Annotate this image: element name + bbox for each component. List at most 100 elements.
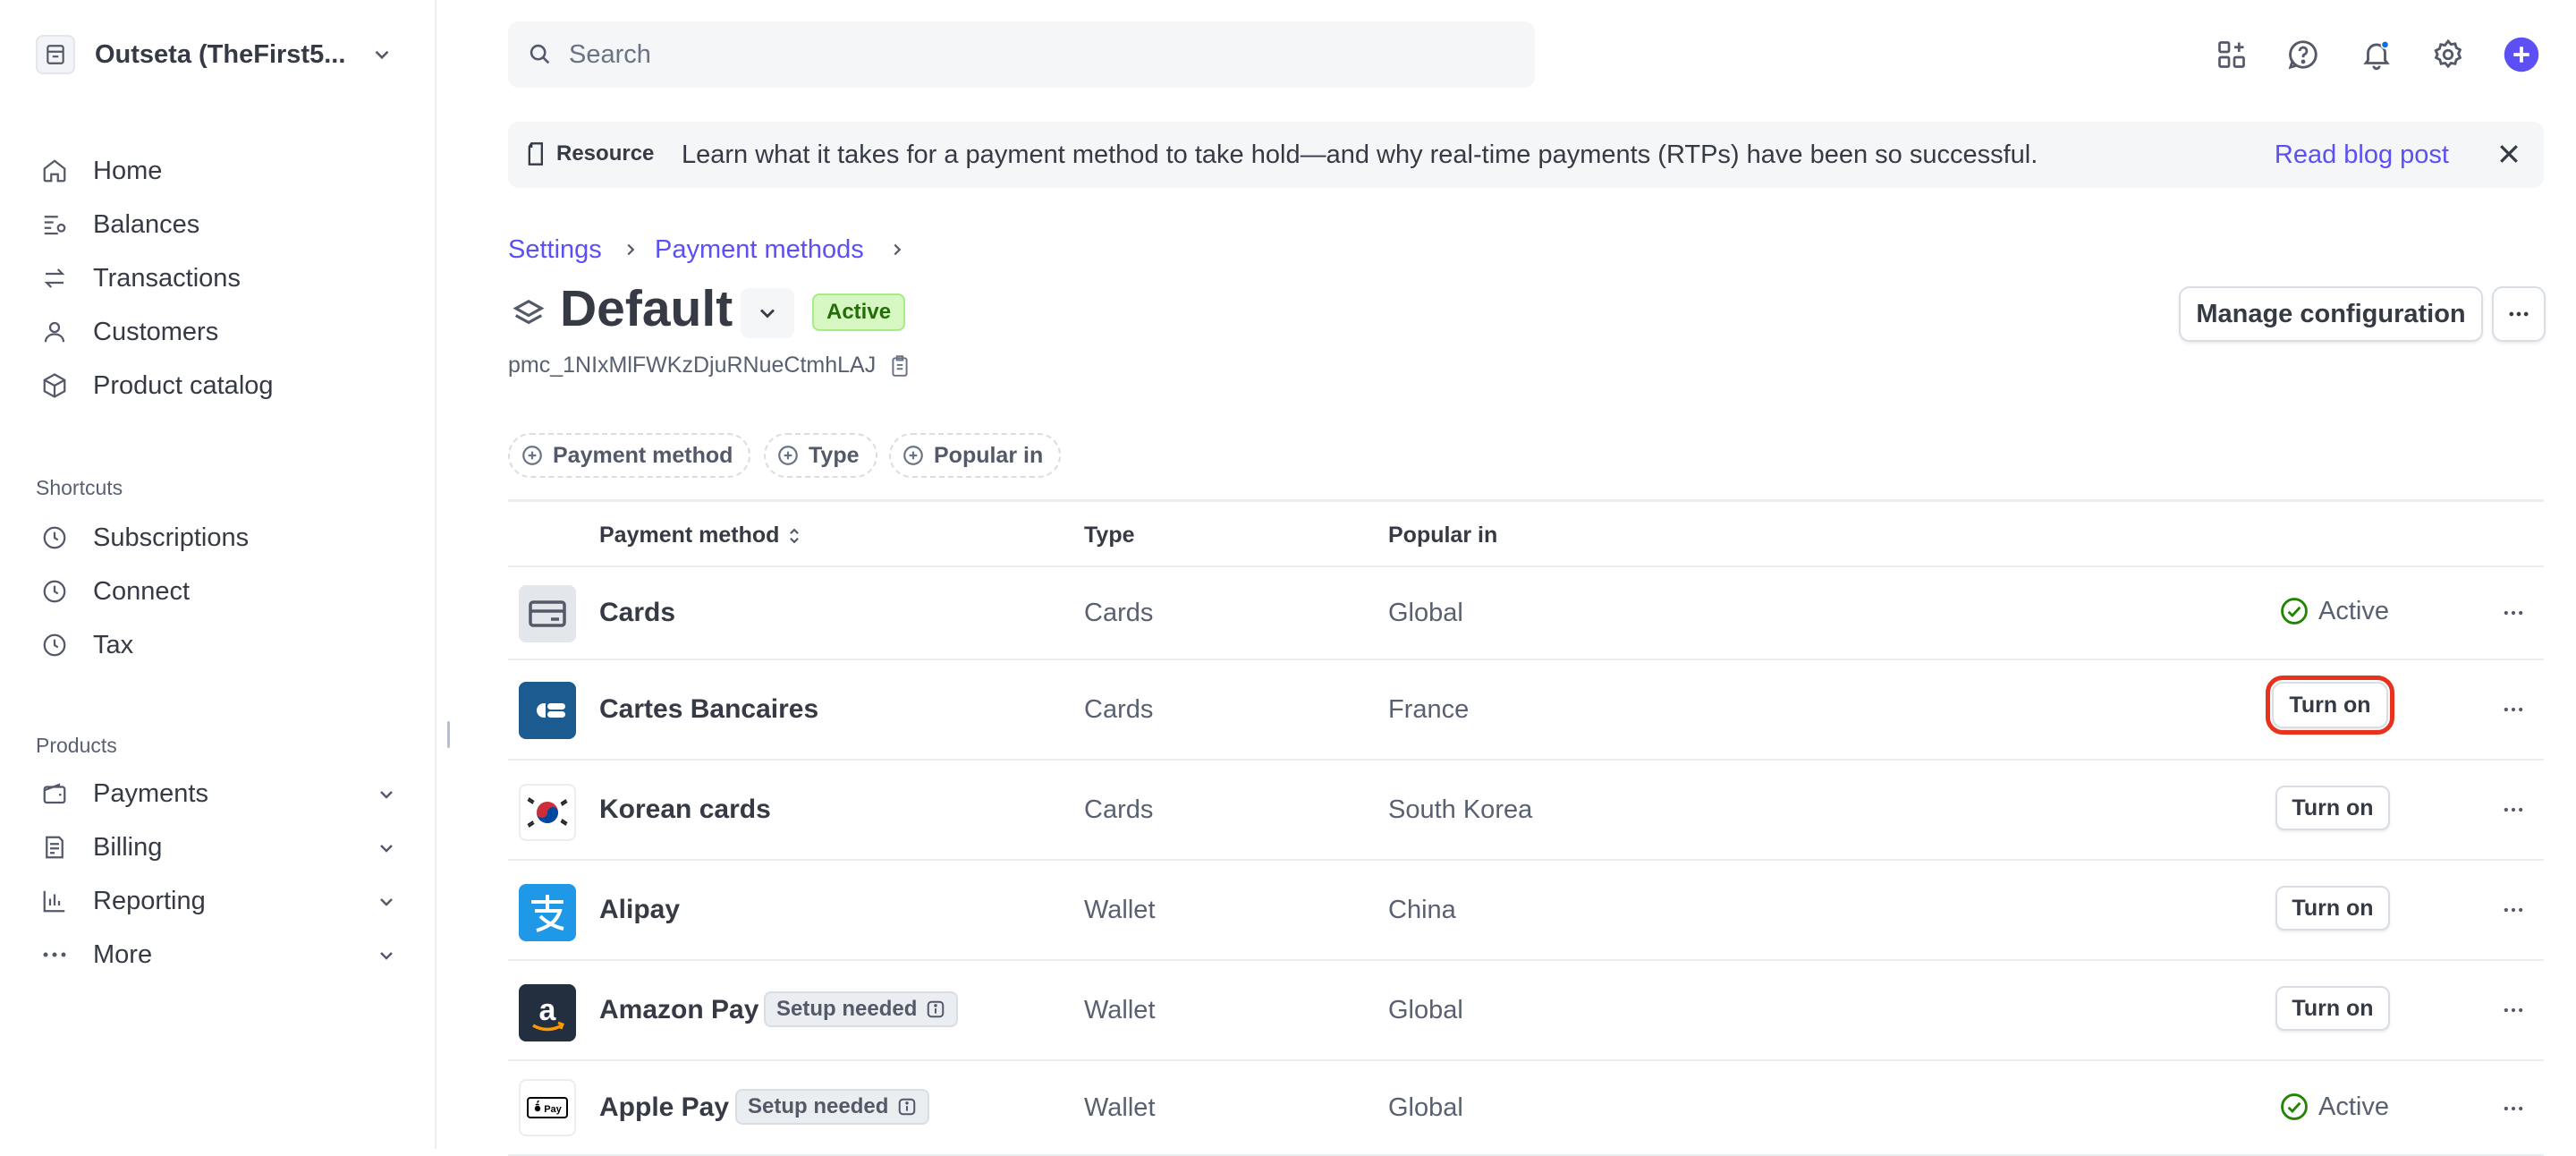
configuration-dropdown-button[interactable] xyxy=(741,288,794,338)
sidebar: Outseta (TheFirst5... Home Balances Tran… xyxy=(0,0,436,1149)
settings-icon[interactable] xyxy=(2429,36,2467,73)
payment-method-popular-in: Global xyxy=(1388,1093,1463,1122)
resource-banner: Resource Learn what it takes for a payme… xyxy=(508,122,2544,188)
sidebar-resize-handle[interactable] xyxy=(447,721,450,748)
chevron-down-icon xyxy=(760,309,775,319)
sidebar-item-payments[interactable]: Payments xyxy=(39,771,397,816)
filter-payment-method[interactable]: Payment method xyxy=(508,433,751,478)
breadcrumb-settings[interactable]: Settings xyxy=(508,235,602,265)
payment-method-name: Korean cards xyxy=(599,795,771,824)
balances-icon xyxy=(39,209,70,240)
more-dots-icon xyxy=(2504,907,2523,913)
apps-icon[interactable] xyxy=(2213,36,2250,73)
sidebar-item-tax[interactable]: Tax xyxy=(39,623,397,667)
payment-method-popular-in: China xyxy=(1388,896,1456,924)
row-more-button[interactable] xyxy=(2496,1095,2531,1122)
sidebar-item-label: Subscriptions xyxy=(93,523,250,552)
more-options-button[interactable] xyxy=(2492,286,2546,342)
column-header-popular-in: Popular in xyxy=(1388,523,1498,548)
banner-message: Learn what it takes for a payment method… xyxy=(682,140,2038,169)
amazon-pay-logo: a xyxy=(519,984,576,1041)
turn-on-button[interactable]: Turn on xyxy=(2275,786,2390,830)
row-more-button[interactable] xyxy=(2496,897,2531,923)
manage-configuration-button[interactable]: Manage configuration xyxy=(2179,286,2483,342)
sidebar-item-transactions[interactable]: Transactions xyxy=(39,256,397,301)
status-label: Active xyxy=(2318,596,2389,625)
shortcuts-section-title: Shortcuts xyxy=(36,476,123,499)
wallet-icon xyxy=(39,778,70,809)
search-input[interactable] xyxy=(567,38,1465,71)
document-icon xyxy=(528,142,543,166)
setup-needed-badge: Setup needed xyxy=(764,991,959,1027)
chevron-right-icon xyxy=(621,240,640,259)
search-icon xyxy=(528,42,553,67)
breadcrumb-payment-methods[interactable]: Payment methods xyxy=(655,235,864,265)
more-dots-icon xyxy=(2504,1007,2523,1013)
korea-flag-icon xyxy=(519,784,576,841)
sidebar-item-label: Customers xyxy=(93,317,219,346)
help-icon[interactable] xyxy=(2284,36,2322,73)
sidebar-item-label: More xyxy=(93,939,153,969)
svg-text:Pay: Pay xyxy=(544,1104,562,1115)
create-plus-icon[interactable] xyxy=(2503,36,2540,73)
product-catalog-icon xyxy=(39,370,70,401)
turn-on-button[interactable]: Turn on xyxy=(2266,676,2394,735)
badge-label: Setup needed xyxy=(776,997,918,1021)
sidebar-item-balances[interactable]: Balances xyxy=(39,202,397,247)
configuration-id: pmc_1NIxMlFWKzDjuRNueCtmhLAJ xyxy=(508,353,877,378)
payment-method-type: Cards xyxy=(1084,695,1154,724)
card-icon xyxy=(519,585,576,642)
search-bar[interactable] xyxy=(508,21,1535,88)
customers-icon xyxy=(39,317,70,347)
sidebar-item-label: Tax xyxy=(93,630,134,659)
turn-on-button[interactable]: Turn on xyxy=(2275,986,2390,1031)
sidebar-item-subscriptions[interactable]: Subscriptions xyxy=(39,515,397,560)
close-icon[interactable] xyxy=(2496,140,2522,167)
copy-icon[interactable] xyxy=(889,354,911,378)
status-active: Active xyxy=(2279,1092,2389,1122)
sidebar-item-customers[interactable]: Customers xyxy=(39,310,397,354)
row-more-button[interactable] xyxy=(2496,997,2531,1024)
chevron-down-icon xyxy=(370,43,394,66)
payment-method-popular-in: France xyxy=(1388,695,1470,724)
filter-popular-in[interactable]: Popular in xyxy=(889,433,1062,478)
payment-method-name: Amazon Pay xyxy=(599,995,759,1024)
sidebar-item-home[interactable]: Home xyxy=(39,149,397,193)
payment-method-popular-in: Global xyxy=(1388,599,1463,627)
status-badge: Active xyxy=(812,293,906,331)
notifications-icon[interactable] xyxy=(2358,36,2395,73)
plus-circle-icon xyxy=(903,446,923,465)
sidebar-item-more[interactable]: More xyxy=(39,932,397,977)
payment-method-name: Cartes Bancaires xyxy=(599,694,819,724)
sidebar-item-label: Connect xyxy=(93,576,191,606)
sidebar-item-billing[interactable]: Billing xyxy=(39,825,397,870)
more-dots-icon xyxy=(39,939,70,970)
payment-method-type: Cards xyxy=(1084,795,1154,824)
sidebar-item-connect[interactable]: Connect xyxy=(39,569,397,614)
filter-type[interactable]: Type xyxy=(764,433,877,478)
account-switcher[interactable]: Outseta (TheFirst5... xyxy=(36,32,394,77)
row-divider xyxy=(508,1059,2544,1061)
plus-circle-icon xyxy=(778,446,798,465)
sidebar-item-reporting[interactable]: Reporting xyxy=(39,879,397,923)
row-more-button[interactable] xyxy=(2496,599,2531,626)
row-more-button[interactable] xyxy=(2496,796,2531,823)
resource-tag-label: Resource xyxy=(556,141,655,166)
more-dots-icon xyxy=(2504,807,2523,812)
column-header-label: Payment method xyxy=(599,523,780,548)
plus-circle-icon xyxy=(522,446,542,465)
more-dots-icon xyxy=(2509,311,2529,317)
sidebar-item-product-catalog[interactable]: Product catalog xyxy=(39,363,397,408)
row-more-button[interactable] xyxy=(2496,696,2531,723)
sidebar-item-label: Billing xyxy=(93,832,163,862)
home-icon xyxy=(39,156,70,186)
clock-icon xyxy=(39,630,70,660)
column-header-type: Type xyxy=(1084,523,1135,548)
chevron-down-icon xyxy=(376,945,397,966)
turn-on-button[interactable]: Turn on xyxy=(2275,886,2390,931)
column-header-payment-method[interactable]: Payment method xyxy=(599,523,802,548)
read-blog-post-link[interactable]: Read blog post xyxy=(2275,140,2449,170)
transactions-icon xyxy=(39,263,70,293)
payment-method-name: Alipay xyxy=(599,895,681,924)
more-dots-icon xyxy=(2504,610,2523,616)
